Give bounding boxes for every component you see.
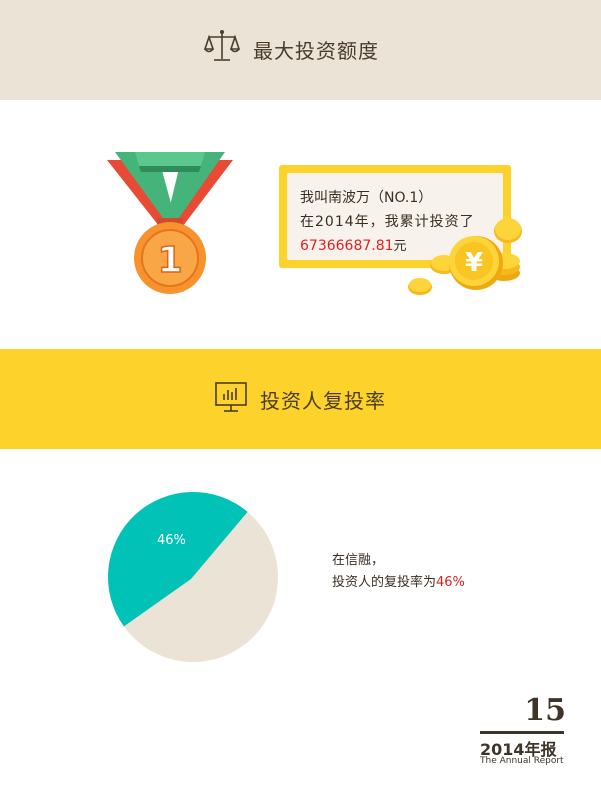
rate-description: 投资人的复投率为46%	[332, 571, 465, 590]
footer-page-marker: 15 2014年报 The Annual Report	[480, 693, 570, 773]
page-number: 15	[524, 693, 566, 728]
pie-slice-label: 46%	[157, 533, 186, 548]
info-line-name: 我叫南波万（NO.1）	[300, 190, 433, 206]
medal-rank: 1	[157, 240, 182, 281]
section-title-repeat-rate: 投资人复投率	[214, 380, 386, 418]
investment-amount: 67366687.81	[300, 238, 394, 254]
monitor-chart-icon	[214, 380, 248, 419]
section-title-text: 最大投资额度	[253, 38, 379, 63]
info-line-amount: 67366687.81元	[300, 235, 407, 254]
yen-symbol: ¥	[465, 248, 483, 278]
rate-description-prefix: 投资人的复投率为	[332, 575, 437, 590]
medal-icon: 1	[105, 148, 235, 298]
annual-report-subtitle: The Annual Report	[480, 756, 564, 766]
rate-intro-text: 在信融，	[332, 553, 385, 568]
section-title-max-investment: 最大投资额度	[203, 29, 379, 70]
rate-percent: 46%	[436, 575, 465, 590]
section-title-text: 投资人复投率	[260, 388, 386, 413]
scale-icon	[203, 29, 241, 70]
repeat-rate-pie-chart	[107, 491, 278, 662]
footer-divider	[480, 731, 564, 734]
gold-coins-icon: ¥	[404, 215, 529, 300]
